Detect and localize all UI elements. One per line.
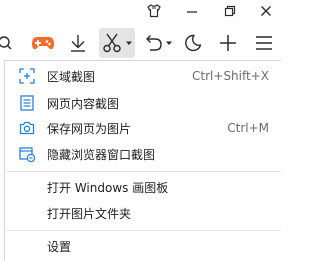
- menu-item-label: 隐藏浏览器窗口截图: [47, 147, 156, 162]
- skin-button[interactable]: [140, 0, 168, 22]
- menu-separator: [6, 171, 281, 172]
- browser-toolbar: [0, 22, 281, 64]
- menu-item-region-capture[interactable]: 区域截图 Ctrl+Shift+X: [5, 62, 282, 90]
- gamepad-icon: [32, 37, 54, 50]
- menu-item-open-paint[interactable]: 打开 Windows 画图板: [5, 173, 282, 201]
- menu-item-shortcut: Ctrl+Shift+X: [192, 69, 269, 83]
- game-button[interactable]: [28, 28, 58, 58]
- close-icon: [261, 6, 271, 16]
- menu-item-hidden-window-capture[interactable]: 隐藏浏览器窗口截图: [5, 140, 282, 168]
- menu-icon: [256, 36, 272, 50]
- scissors-icon: [102, 33, 121, 53]
- undo-close-tab-button[interactable]: [141, 28, 175, 58]
- title-bar: [0, 0, 281, 22]
- minimize-icon: [187, 11, 197, 13]
- menu-item-label: 区域截图: [47, 69, 96, 84]
- dropdown-arrow-icon[interactable]: [125, 39, 133, 47]
- night-mode-button[interactable]: [181, 28, 205, 58]
- close-button[interactable]: [252, 0, 280, 22]
- downloads-button[interactable]: [66, 28, 90, 58]
- menu-item-label: 保存网页为图片: [47, 121, 132, 136]
- camera-icon: [19, 121, 35, 135]
- minimize-button[interactable]: [178, 0, 206, 22]
- menu-item-open-image-folder[interactable]: 打开图片文件夹: [5, 199, 282, 227]
- restore-icon: [224, 5, 236, 17]
- screenshot-button[interactable]: [99, 28, 135, 58]
- download-icon: [71, 35, 85, 52]
- menu-item-label: 打开 Windows 画图板: [47, 180, 169, 195]
- undo-icon: [146, 35, 162, 51]
- menu-item-label: 设置: [47, 239, 72, 254]
- screenshot-menu: 区域截图 Ctrl+Shift+X 网页内容截图 保存网页为图片 Ctrl+M …: [4, 60, 281, 261]
- menu-item-page-content-capture[interactable]: 网页内容截图: [5, 89, 282, 117]
- restore-button[interactable]: [216, 0, 244, 22]
- region-capture-icon: [19, 68, 35, 84]
- main-menu-button[interactable]: [253, 28, 275, 58]
- menu-item-label: 网页内容截图: [47, 96, 120, 111]
- shirt-skin-icon: [147, 4, 161, 18]
- page-content-capture-icon: [20, 95, 34, 111]
- new-tab-button[interactable]: [217, 28, 239, 58]
- menu-item-label: 打开图片文件夹: [47, 206, 132, 221]
- dropdown-arrow-icon[interactable]: [165, 39, 173, 47]
- menu-item-settings[interactable]: 设置: [5, 232, 282, 260]
- menu-item-save-page-as-image[interactable]: 保存网页为图片 Ctrl+M: [5, 114, 282, 142]
- night-mode-icon: [185, 34, 202, 52]
- menu-separator: [6, 230, 281, 231]
- search-button[interactable]: [0, 28, 16, 58]
- hidden-window-capture-icon: [19, 147, 35, 162]
- new-tab-plus-icon: [220, 35, 236, 51]
- search-icon-partial: [0, 36, 12, 50]
- menu-item-shortcut: Ctrl+M: [227, 121, 269, 135]
